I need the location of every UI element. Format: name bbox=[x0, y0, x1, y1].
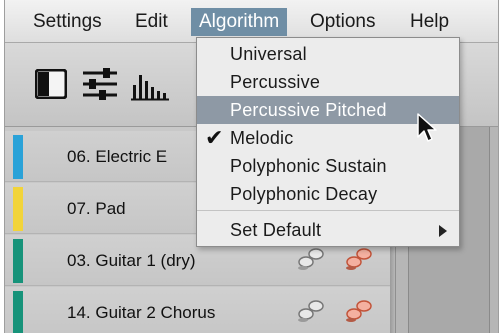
menu-algorithm[interactable]: Algorithm bbox=[191, 8, 288, 36]
mouse-cursor-icon bbox=[417, 113, 437, 142]
record-toggle-icon[interactable] bbox=[343, 298, 373, 324]
track-name: 06. Electric E bbox=[67, 147, 168, 166]
menu-item-label: Percussive Pitched bbox=[230, 100, 387, 120]
menu-settings[interactable]: Settings bbox=[33, 10, 102, 34]
menu-edit[interactable]: Edit bbox=[135, 10, 168, 34]
checkmark-icon: ✔ bbox=[205, 125, 224, 150]
link-toggle-icon[interactable] bbox=[295, 246, 325, 272]
menu-item-label: Percussive bbox=[230, 72, 321, 92]
track-name: 07. Pad bbox=[67, 199, 126, 218]
link-toggle-icon[interactable] bbox=[295, 298, 325, 324]
menu-item-label: Polyphonic Sustain bbox=[230, 156, 387, 176]
track-color-strip bbox=[13, 291, 23, 333]
track-name: 14. Guitar 2 Chorus bbox=[67, 303, 216, 322]
panel-layout-icon[interactable] bbox=[35, 69, 67, 99]
menu-item-universal[interactable]: Universal bbox=[197, 40, 459, 68]
sliders-icon[interactable] bbox=[81, 67, 119, 101]
menu-item-label: Universal bbox=[230, 44, 307, 64]
menu-item-set-default[interactable]: Set Default bbox=[197, 216, 459, 244]
menu-item-label: Melodic bbox=[230, 128, 294, 148]
spectrum-bars-icon[interactable] bbox=[131, 71, 169, 101]
record-toggle-icon[interactable] bbox=[343, 246, 373, 272]
menu-item-polyphonic-decay[interactable]: Polyphonic Decay bbox=[197, 180, 459, 208]
menu-item-percussive[interactable]: Percussive bbox=[197, 68, 459, 96]
track-color-strip bbox=[13, 135, 23, 179]
menu-options[interactable]: Options bbox=[310, 10, 375, 34]
menu-item-label: Polyphonic Decay bbox=[230, 184, 378, 204]
track-row[interactable]: 14. Guitar 2 Chorus bbox=[5, 287, 395, 333]
menu-separator bbox=[197, 210, 459, 211]
submenu-arrow-icon bbox=[439, 225, 447, 237]
track-color-strip bbox=[13, 187, 23, 231]
menu-help[interactable]: Help bbox=[410, 10, 449, 34]
menu-item-label: Set Default bbox=[230, 220, 322, 240]
track-name: 03. Guitar 1 (dry) bbox=[67, 251, 196, 270]
app-window: Settings Edit Algorithm Options Help 06.… bbox=[4, 0, 499, 333]
track-color-strip bbox=[13, 239, 23, 283]
menu-item-polyphonic-sustain[interactable]: Polyphonic Sustain bbox=[197, 152, 459, 180]
